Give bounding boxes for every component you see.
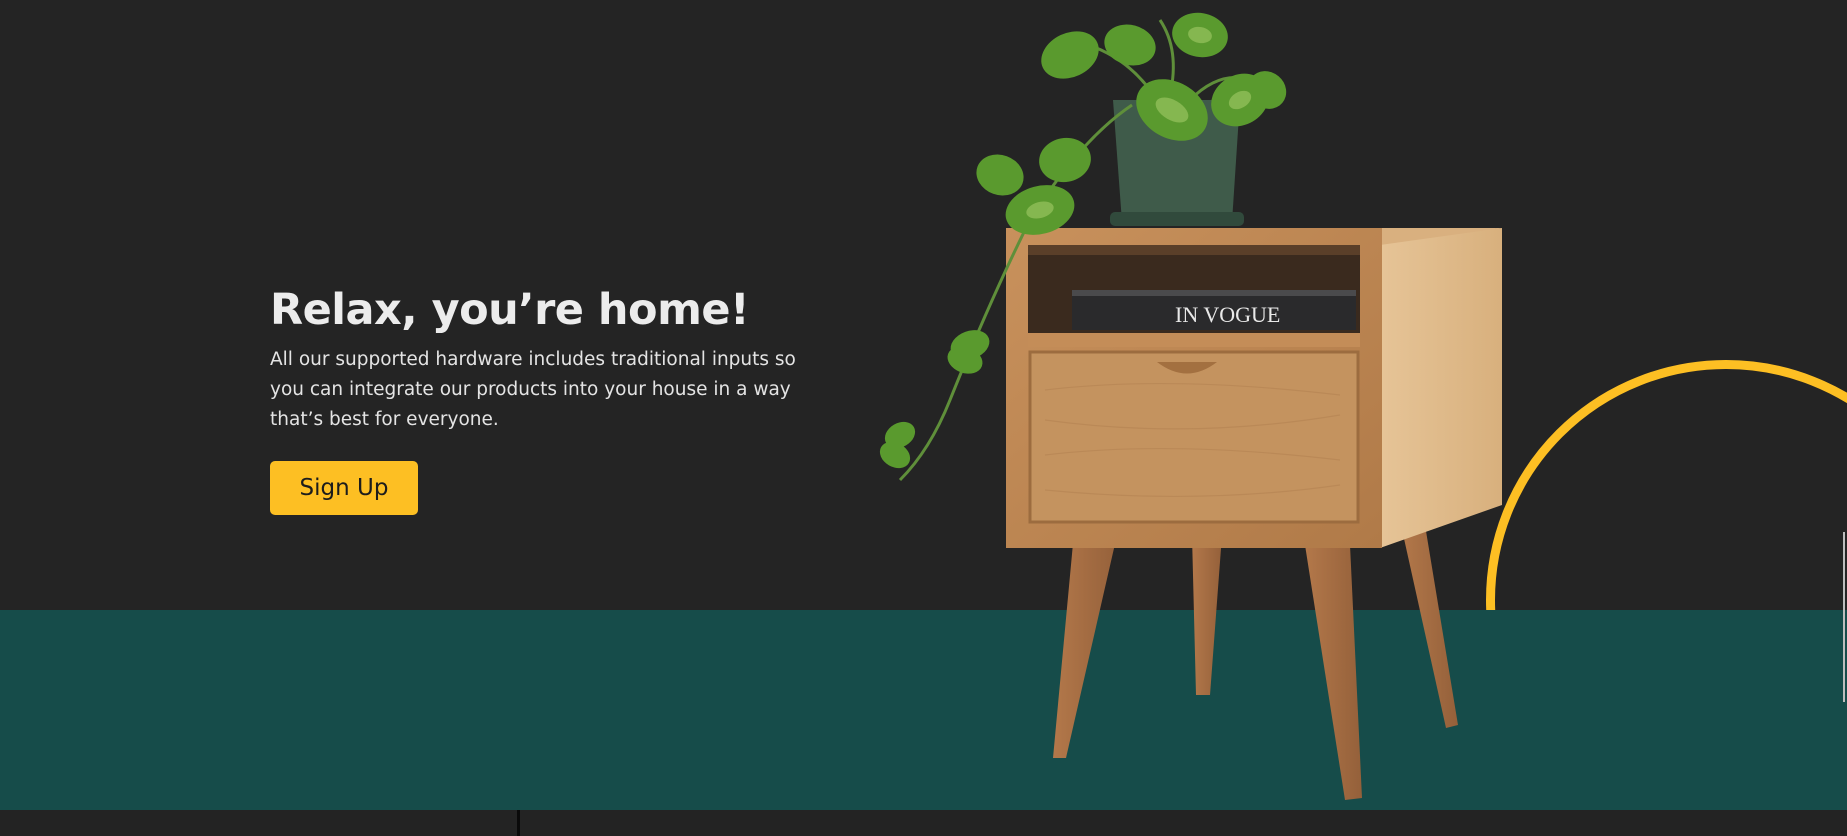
landing-page: Relax, you’re home! All our supported ha… [0, 0, 1847, 836]
leg-front-right [1305, 545, 1362, 800]
section-divider [517, 810, 520, 836]
decorative-arc [1486, 350, 1847, 610]
leg-back-left [1192, 535, 1222, 695]
yellow-circle-outline [1486, 360, 1847, 610]
svg-text:IN VOGUE: IN VOGUE [1175, 302, 1280, 327]
shelf-board [1028, 333, 1360, 347]
hero-description: All our supported hardware includes trad… [270, 349, 796, 430]
leg-back-right [1401, 525, 1458, 728]
sign-up-button[interactable]: Sign Up [270, 461, 418, 515]
hero-title: Relax, you’re home! [270, 285, 750, 335]
nightstand-image: IN VOGUE [879, 12, 1502, 800]
next-section [0, 810, 1847, 836]
scrollbar-thumb[interactable] [1843, 532, 1845, 702]
leg-front-left [1053, 522, 1120, 758]
cabinet-side [1380, 228, 1502, 548]
hero-text-block: Relax, you’re home! All our supported ha… [270, 283, 850, 435]
